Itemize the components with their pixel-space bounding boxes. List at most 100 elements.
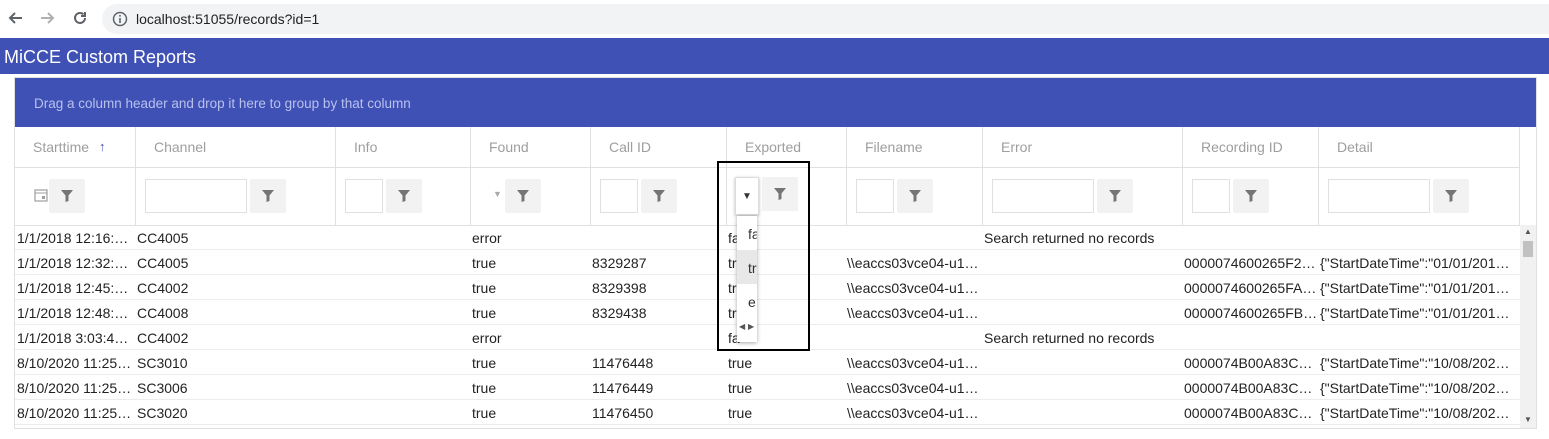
filter-icon bbox=[398, 190, 410, 202]
column-header-starttime[interactable]: Starttime ↑ bbox=[15, 127, 136, 167]
forward-arrow-icon[interactable] bbox=[37, 8, 57, 28]
call-id-filter-input[interactable] bbox=[600, 179, 638, 213]
table-row[interactable]: 8/10/2020 11:25… SC3020 true 11476450 true \\… bbox=[15, 400, 1520, 425]
info-filter-button[interactable] bbox=[386, 179, 422, 213]
column-header-detail[interactable]: Detail bbox=[1319, 127, 1520, 167]
recording-id-filter-button[interactable] bbox=[1233, 179, 1269, 213]
app-header: MiCCE Custom Reports bbox=[0, 38, 1549, 74]
filename-filter-input[interactable] bbox=[856, 179, 894, 213]
cell-channel: SC3010 bbox=[137, 355, 188, 371]
column-header-error[interactable]: Error bbox=[983, 127, 1183, 167]
column-header-label: Filename bbox=[865, 139, 923, 155]
cell-starttime: 8/10/2020 11:25… bbox=[17, 405, 132, 421]
detail-filter-input[interactable] bbox=[1328, 179, 1430, 213]
group-panel[interactable]: Drag a column header and drop it here to… bbox=[15, 78, 1536, 127]
cell-starttime: 1/1/2018 12:45:… bbox=[17, 280, 129, 296]
info-icon[interactable] bbox=[112, 11, 128, 27]
cell-starttime: 1/1/2018 12:16:… bbox=[17, 230, 129, 246]
column-header-info[interactable]: Info bbox=[336, 127, 471, 167]
error-filter-button[interactable] bbox=[1097, 179, 1133, 213]
filter-cell-starttime bbox=[15, 167, 136, 225]
cell-channel: SC3020 bbox=[137, 405, 188, 421]
cell-filename: \\eaccs03vce04-u1… bbox=[847, 305, 979, 321]
cell-filename: \\eaccs03vce04-u1… bbox=[847, 280, 979, 296]
scroll-up-icon[interactable]: ▲ bbox=[1524, 227, 1532, 236]
cell-channel: CC4008 bbox=[137, 305, 189, 321]
column-header-found[interactable]: Found bbox=[471, 127, 591, 167]
found-filter-button[interactable] bbox=[505, 179, 541, 213]
column-header-label: Info bbox=[354, 139, 378, 155]
cell-starttime: 1/1/2018 12:48:… bbox=[17, 305, 129, 321]
cell-detail: {"StartDateTime":"01/01/201… bbox=[1320, 280, 1510, 296]
url-text: localhost:51055/records?id=1 bbox=[136, 11, 320, 27]
cell-call-id: 8329287 bbox=[592, 255, 647, 271]
cell-call-id: 11476449 bbox=[592, 380, 654, 396]
column-header-recording-id[interactable]: Recording ID bbox=[1183, 127, 1319, 167]
cell-exported: true bbox=[728, 405, 753, 421]
scrollbar-thumb[interactable] bbox=[1523, 241, 1533, 257]
filter-cell-filename bbox=[847, 167, 983, 225]
cell-call-id: 8329398 bbox=[592, 280, 647, 296]
filter-icon bbox=[61, 190, 73, 202]
table-row[interactable]: 8/10/2020 11:25… SC3006 true 11476449 true \\… bbox=[15, 375, 1520, 400]
cell-exported: true bbox=[728, 355, 753, 371]
cell-detail: {"StartDateTime":"10/08/202… bbox=[1320, 380, 1510, 396]
detail-filter-button[interactable] bbox=[1433, 179, 1469, 213]
cell-call-id: 11476448 bbox=[592, 355, 654, 371]
column-header-call-id[interactable]: Call ID bbox=[591, 127, 727, 167]
cell-filename: \\eaccs03vce04-u1… bbox=[847, 405, 979, 421]
reload-icon[interactable] bbox=[70, 8, 90, 28]
cell-channel: CC4005 bbox=[137, 230, 189, 246]
cell-channel: CC4002 bbox=[137, 280, 189, 296]
filter-icon bbox=[262, 190, 274, 202]
address-bar[interactable]: localhost:51055/records?id=1 bbox=[102, 4, 1549, 34]
cell-detail: {"StartDateTime":"01/01/201… bbox=[1320, 305, 1510, 321]
vertical-scrollbar[interactable]: ▲ ▼ bbox=[1520, 225, 1536, 428]
table-row[interactable]: 8/10/2020 11:25… SC3010 true 11476448 true \\… bbox=[15, 350, 1520, 375]
highlight-box bbox=[717, 161, 810, 351]
app-title: MiCCE Custom Reports bbox=[4, 47, 197, 67]
cell-detail: {"StartDateTime":"01/01/201… bbox=[1320, 255, 1510, 271]
calendar-icon[interactable] bbox=[34, 188, 48, 207]
column-header-filename[interactable]: Filename bbox=[847, 127, 983, 167]
recording-id-filter-input[interactable] bbox=[1192, 179, 1230, 213]
filter-icon bbox=[653, 190, 665, 202]
channel-filter-input[interactable] bbox=[145, 179, 247, 213]
filter-cell-found: ▼ bbox=[471, 167, 591, 225]
cell-found: true bbox=[472, 305, 497, 321]
cell-call-id: 8329438 bbox=[592, 305, 647, 321]
info-filter-input[interactable] bbox=[345, 179, 383, 213]
cell-filename: \\eaccs03vce04-u1… bbox=[847, 255, 979, 271]
column-header-channel[interactable]: Channel bbox=[136, 127, 336, 167]
cell-starttime: 1/1/2018 12:32:… bbox=[17, 255, 129, 271]
cell-found: true bbox=[472, 280, 497, 296]
filter-icon bbox=[1109, 190, 1121, 202]
error-filter-input[interactable] bbox=[992, 179, 1094, 213]
cell-detail: {"StartDateTime":"10/08/202… bbox=[1320, 405, 1510, 421]
back-arrow-icon[interactable] bbox=[6, 8, 26, 28]
filename-filter-button[interactable] bbox=[897, 179, 933, 213]
cell-error: Search returned no records bbox=[984, 230, 1155, 246]
scroll-down-icon[interactable]: ▼ bbox=[1524, 415, 1532, 424]
filter-icon bbox=[1445, 190, 1457, 202]
filter-cell-call-id bbox=[591, 167, 727, 225]
cell-call-id: 11476450 bbox=[592, 405, 654, 421]
starttime-filter-button[interactable] bbox=[49, 179, 85, 213]
column-header-label: Call ID bbox=[609, 139, 652, 155]
cell-channel: CC4002 bbox=[137, 330, 189, 346]
channel-filter-button[interactable] bbox=[250, 179, 286, 213]
column-header-label: Exported bbox=[745, 139, 802, 155]
cell-channel: CC4005 bbox=[137, 255, 189, 271]
filter-icon bbox=[517, 190, 529, 202]
cell-recording-id: 0000074600265F2… bbox=[1184, 255, 1316, 271]
column-header-label: Detail bbox=[1337, 139, 1373, 155]
filter-cell-info bbox=[336, 167, 471, 225]
sort-ascending-icon[interactable]: ↑ bbox=[99, 139, 106, 154]
call-id-filter-button[interactable] bbox=[641, 179, 677, 213]
cell-filename: \\eaccs03vce04-u1… bbox=[847, 355, 979, 371]
found-filter-select[interactable]: ▼ bbox=[493, 189, 502, 199]
filter-cell-detail bbox=[1319, 167, 1520, 225]
cell-recording-id: 0000074600265FA… bbox=[1184, 280, 1317, 296]
cell-starttime: 8/10/2020 11:25… bbox=[17, 355, 132, 371]
cell-found: error bbox=[472, 230, 502, 246]
